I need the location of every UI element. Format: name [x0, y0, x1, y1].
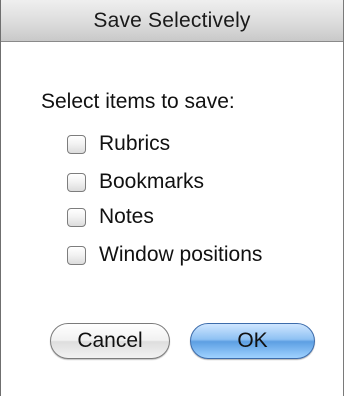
- select-items-prompt: Select items to save:: [41, 90, 235, 113]
- rubrics-checkbox[interactable]: [67, 134, 86, 154]
- rubrics-label[interactable]: Rubrics: [99, 132, 170, 156]
- option-bookmarks[interactable]: Bookmarks: [67, 169, 204, 195]
- option-notes[interactable]: Notes: [67, 204, 154, 230]
- dialog-title: Save Selectively: [93, 9, 251, 32]
- screen: Save Selectively Select items to save: R…: [0, 0, 344, 396]
- title-bar[interactable]: Save Selectively: [1, 0, 343, 42]
- notes-checkbox[interactable]: [67, 207, 86, 227]
- ok-button[interactable]: OK: [190, 323, 315, 359]
- save-selectively-dialog: Save Selectively Select items to save: R…: [0, 0, 344, 396]
- option-rubrics[interactable]: Rubrics: [67, 131, 170, 157]
- cancel-button[interactable]: Cancel: [50, 323, 170, 359]
- bookmarks-label[interactable]: Bookmarks: [99, 170, 204, 194]
- window-positions-label[interactable]: Window positions: [99, 243, 262, 267]
- window-positions-checkbox[interactable]: [67, 245, 86, 265]
- option-window-positions[interactable]: Window positions: [67, 242, 262, 268]
- notes-label[interactable]: Notes: [99, 205, 154, 229]
- bookmarks-checkbox[interactable]: [67, 172, 86, 192]
